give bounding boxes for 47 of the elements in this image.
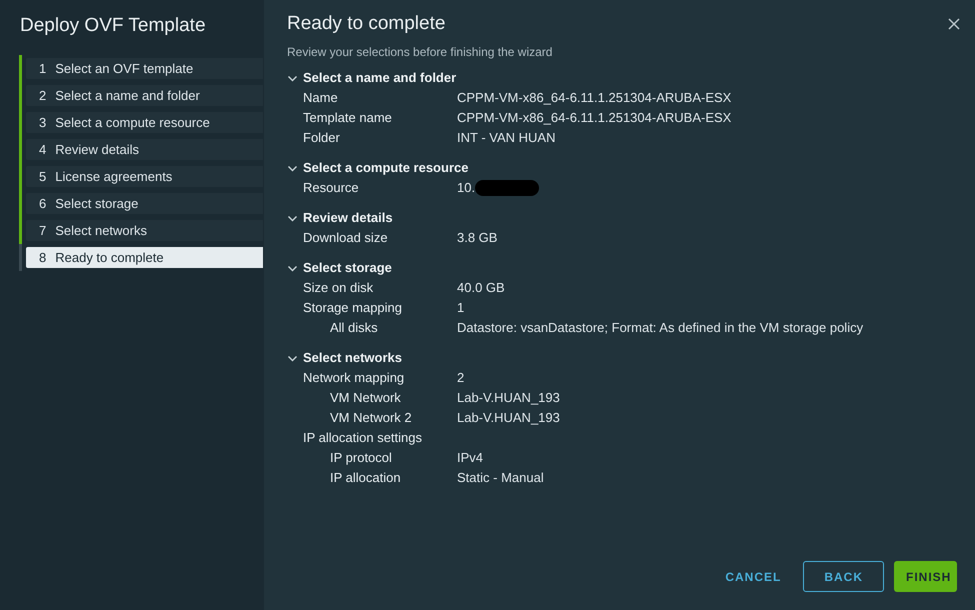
wizard-step[interactable]: 6 Select storage [26,193,263,214]
field-value: CPPM-VM-x86_64-6.11.1.251304-ARUBA-ESX [457,89,732,108]
field-label: Template name [302,109,393,128]
page-subtitle: Review your selections before finishing the wizard [287,44,554,61]
field-label: IP allocation [329,469,402,488]
field-label: Folder [302,129,341,148]
field-label: Name [302,89,339,108]
field-label: IP protocol [329,449,393,468]
wizard-step[interactable]: 3 Select a compute resource [26,112,263,133]
field-value: 3.8 GB [457,229,498,248]
field-value: Static - Manual [457,469,544,488]
field-label: Download size [302,229,389,248]
section-heading: Select a compute resource [303,159,468,178]
field-label: VM Network [329,389,402,408]
wizard-step[interactable]: 1 Select an OVF template [26,58,263,79]
cancel-button[interactable]: CANCEL [713,561,794,592]
field-value: Lab-V.HUAN_193 [457,409,560,428]
field-value: IPv4 [457,449,484,468]
field-label: Network mapping [302,369,406,388]
field-value: CPPM-VM-x86_64-6.11.1.251304-ARUBA-ESX [457,109,732,128]
field-label: Resource [302,179,360,198]
wizard-step[interactable]: 2 Select a name and folder [26,85,263,106]
field-label: IP allocation settings [302,429,423,448]
field-value: Lab-V.HUAN_193 [457,389,560,408]
field-value: 1 [457,299,464,318]
finish-button[interactable]: FINISH [894,561,957,592]
wizard-step[interactable]: 4 Review details [26,139,263,160]
field-value: 10. [457,179,476,198]
wizard-title: Deploy OVF Template [19,14,207,38]
close-icon[interactable] [948,18,960,30]
field-value: 2 [457,369,464,388]
field-value: INT - VAN HUAN [457,129,556,148]
back-button[interactable]: BACK [803,561,884,592]
section-heading: Review details [303,209,393,228]
field-value: Datastore: vsanDatastore; Format: As defined in the VM storage policy [457,319,864,338]
wizard-step[interactable]: 8 Ready to complete [26,247,263,268]
wizard-step[interactable]: 7 Select networks [26,220,263,241]
page-title: Ready to complete [287,12,446,34]
field-label: VM Network 2 [329,409,413,428]
field-label: Storage mapping [302,299,404,318]
section-heading: Select networks [303,349,402,368]
section-heading: Select a name and folder [303,69,456,88]
field-value: 40.0 GB [457,279,505,298]
section-heading: Select storage [303,259,392,278]
wizard-step[interactable]: 5 License agreements [26,166,263,187]
field-label: All disks [329,319,379,338]
field-label: Size on disk [302,279,374,298]
